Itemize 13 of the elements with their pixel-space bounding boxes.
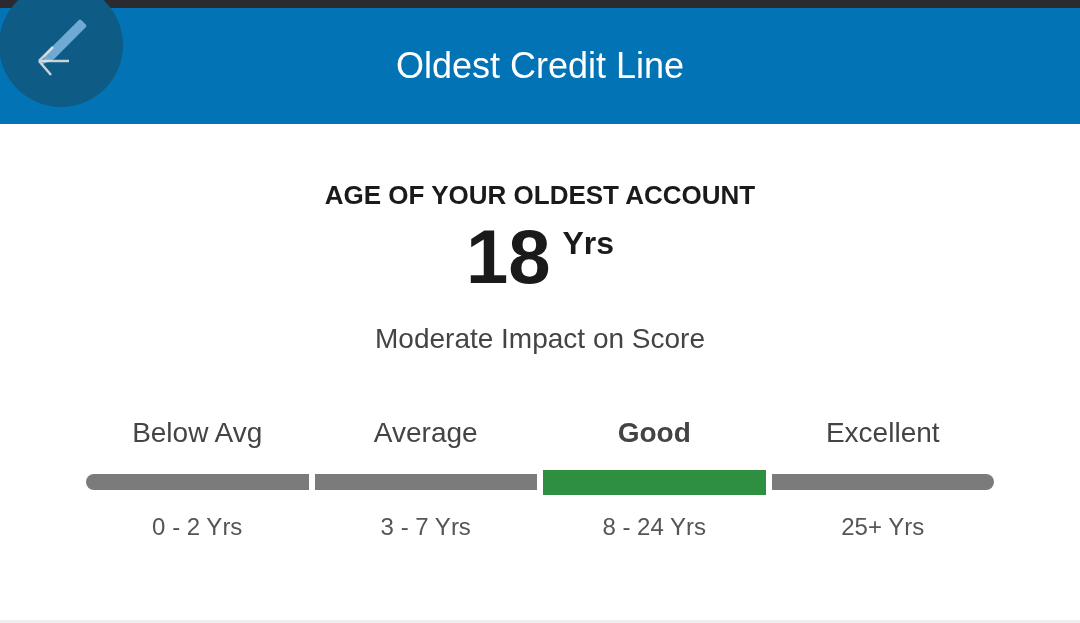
range-label: 25+ Yrs <box>841 513 925 541</box>
age-unit: Yrs <box>562 225 615 262</box>
rating-label: Below Avg <box>132 417 263 450</box>
rating-label: Average <box>373 417 478 450</box>
rating-label: Excellent <box>825 417 940 450</box>
range-label: 3 - 7 Yrs <box>380 513 471 541</box>
age-value: 18 <box>465 219 551 295</box>
range-label: 0 - 2 Yrs <box>152 513 243 541</box>
range-label: 8 - 24 Yrs <box>602 513 707 541</box>
page-title: Oldest Credit Line <box>395 45 685 87</box>
impact-text: Moderate Impact on Score <box>375 323 705 355</box>
rating-label: Good <box>617 417 691 450</box>
section-heading: AGE OF YOUR OLDEST ACCOUNT <box>324 180 756 211</box>
